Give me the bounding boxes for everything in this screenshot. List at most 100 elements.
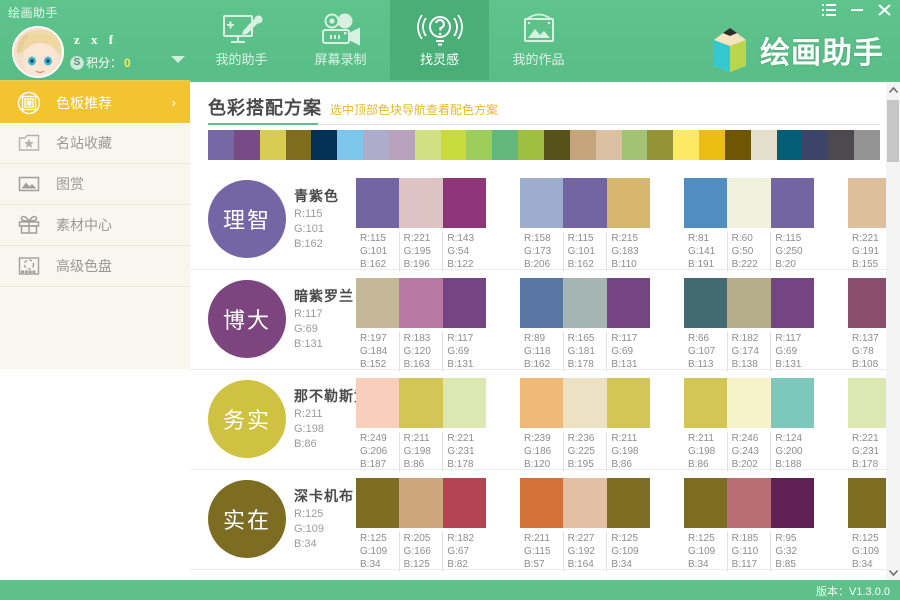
swatch[interactable] bbox=[443, 178, 486, 228]
swatch[interactable] bbox=[727, 378, 770, 428]
nav-tab-my-works[interactable]: 我的作品 bbox=[489, 0, 588, 80]
color-strip-swatch[interactable] bbox=[854, 130, 880, 160]
swatch[interactable] bbox=[607, 378, 650, 428]
color-strip-nav[interactable] bbox=[208, 130, 880, 160]
color-strip-swatch[interactable] bbox=[596, 130, 622, 160]
sidebar-item-gallery[interactable]: 图赏 bbox=[0, 164, 190, 205]
color-strip-swatch[interactable] bbox=[777, 130, 803, 160]
color-strip-swatch[interactable] bbox=[208, 130, 234, 160]
swatch[interactable] bbox=[520, 278, 563, 328]
color-strip-swatch[interactable] bbox=[518, 130, 544, 160]
swatch[interactable] bbox=[848, 378, 891, 428]
swatch[interactable] bbox=[356, 478, 399, 528]
nav-tab-find-inspiration[interactable]: 找灵感 bbox=[390, 0, 489, 80]
swatch[interactable] bbox=[356, 278, 399, 328]
swatch[interactable] bbox=[563, 378, 606, 428]
swatch[interactable] bbox=[727, 178, 770, 228]
swatch[interactable] bbox=[520, 178, 563, 228]
close-icon[interactable] bbox=[878, 4, 892, 18]
color-strip-swatch[interactable] bbox=[647, 130, 673, 160]
swatch-group[interactable]: R:211G:115B:57R:227G:192B:164R:125G:109B… bbox=[520, 478, 650, 571]
color-strip-swatch[interactable] bbox=[802, 130, 828, 160]
color-strip-swatch[interactable] bbox=[441, 130, 467, 160]
swatch[interactable] bbox=[356, 378, 399, 428]
swatch[interactable] bbox=[520, 378, 563, 428]
swatch[interactable] bbox=[684, 278, 727, 328]
swatch[interactable] bbox=[771, 178, 814, 228]
swatch[interactable] bbox=[771, 378, 814, 428]
sidebar-item-bookmarks[interactable]: 名站收藏 bbox=[0, 123, 190, 164]
swatch[interactable] bbox=[848, 478, 891, 528]
nav-tab-my-assistant[interactable]: 我的助手 bbox=[192, 0, 291, 80]
swatch[interactable] bbox=[607, 478, 650, 528]
swatch-colors bbox=[356, 378, 486, 428]
sidebar-item-material-center[interactable]: 素材中心 bbox=[0, 205, 190, 246]
swatch[interactable] bbox=[399, 378, 442, 428]
color-strip-swatch[interactable] bbox=[570, 130, 596, 160]
color-strip-swatch[interactable] bbox=[622, 130, 648, 160]
color-strip-swatch[interactable] bbox=[234, 130, 260, 160]
swatch[interactable] bbox=[684, 478, 727, 528]
swatch[interactable] bbox=[356, 178, 399, 228]
vertical-scrollbar[interactable] bbox=[886, 82, 900, 580]
scroll-up-icon[interactable] bbox=[886, 82, 900, 98]
swatch[interactable] bbox=[520, 478, 563, 528]
swatch[interactable] bbox=[399, 278, 442, 328]
menu-icon[interactable] bbox=[822, 4, 836, 18]
swatch[interactable] bbox=[443, 278, 486, 328]
swatch-group[interactable]: R:249G:206B:187R:211G:198B:86R:221G:231B… bbox=[356, 378, 486, 471]
swatch[interactable] bbox=[563, 178, 606, 228]
sidebar-item-advanced-palette[interactable]: 高级色盘 bbox=[0, 246, 190, 287]
nav-tab-screen-record[interactable]: 屏幕录制 bbox=[291, 0, 390, 80]
swatch[interactable] bbox=[399, 478, 442, 528]
swatch[interactable] bbox=[607, 278, 650, 328]
swatch-group[interactable]: R:81G:141B:191R:60G:50B:222R:115G:250B:2… bbox=[684, 178, 814, 271]
color-strip-swatch[interactable] bbox=[725, 130, 751, 160]
swatch[interactable] bbox=[727, 278, 770, 328]
color-strip-swatch[interactable] bbox=[286, 130, 312, 160]
swatch[interactable] bbox=[848, 278, 891, 328]
swatch[interactable] bbox=[443, 478, 486, 528]
swatch[interactable] bbox=[684, 178, 727, 228]
color-strip-swatch[interactable] bbox=[492, 130, 518, 160]
swatch-group[interactable]: R:197G:184B:152R:183G:120B:163R:117G:69B… bbox=[356, 278, 486, 371]
swatch-group[interactable]: R:115G:101B:162R:221G:195B:196R:143G:54B… bbox=[356, 178, 486, 271]
color-strip-swatch[interactable] bbox=[673, 130, 699, 160]
swatch[interactable] bbox=[563, 478, 606, 528]
swatch[interactable] bbox=[399, 178, 442, 228]
swatch[interactable] bbox=[771, 278, 814, 328]
scrollbar-thumb[interactable] bbox=[887, 100, 899, 162]
brand-logo: 绘画助手 bbox=[706, 26, 884, 74]
color-strip-swatch[interactable] bbox=[699, 130, 725, 160]
scroll-down-icon[interactable] bbox=[886, 564, 900, 580]
swatch[interactable] bbox=[771, 478, 814, 528]
color-strip-swatch[interactable] bbox=[751, 130, 777, 160]
color-strip-swatch[interactable] bbox=[363, 130, 389, 160]
swatch-group[interactable]: R:89G:118B:162R:165G:181B:178R:117G:69B:… bbox=[520, 278, 650, 371]
sidebar-item-palette[interactable]: 色板推荐 › bbox=[0, 82, 190, 123]
color-strip-swatch[interactable] bbox=[260, 130, 286, 160]
chevron-down-icon[interactable] bbox=[171, 56, 185, 63]
swatch[interactable] bbox=[848, 178, 891, 228]
minimize-icon[interactable] bbox=[850, 4, 864, 18]
color-strip-swatch[interactable] bbox=[389, 130, 415, 160]
swatch[interactable] bbox=[607, 178, 650, 228]
user-profile[interactable]: z x f S 积分： 0 bbox=[8, 26, 193, 80]
color-strip-swatch[interactable] bbox=[466, 130, 492, 160]
swatch[interactable] bbox=[684, 378, 727, 428]
color-strip-swatch[interactable] bbox=[828, 130, 854, 160]
swatch-group[interactable]: R:125G:109B:34R:205G:166B:125R:182G:67B:… bbox=[356, 478, 486, 571]
swatch-group[interactable]: R:66G:107B:113R:182G:174B:138R:117G:69B:… bbox=[684, 278, 814, 371]
swatch-group[interactable]: R:158G:173B:206R:115G:101B:162R:215G:183… bbox=[520, 178, 650, 271]
swatch[interactable] bbox=[727, 478, 770, 528]
color-strip-swatch[interactable] bbox=[544, 130, 570, 160]
color-strip-swatch[interactable] bbox=[415, 130, 441, 160]
color-strip-swatch[interactable] bbox=[337, 130, 363, 160]
swatch[interactable] bbox=[443, 378, 486, 428]
points-label: 积分： bbox=[86, 54, 122, 71]
swatch-group[interactable]: R:239G:186B:120R:236G:225B:195R:211G:198… bbox=[520, 378, 650, 471]
swatch-group[interactable]: R:125G:109B:34R:185G:110B:117R:95G:32B:8… bbox=[684, 478, 814, 571]
color-strip-swatch[interactable] bbox=[311, 130, 337, 160]
swatch-group[interactable]: R:211G:198B:86R:246G:243B:202R:124G:200B… bbox=[684, 378, 814, 471]
swatch[interactable] bbox=[563, 278, 606, 328]
